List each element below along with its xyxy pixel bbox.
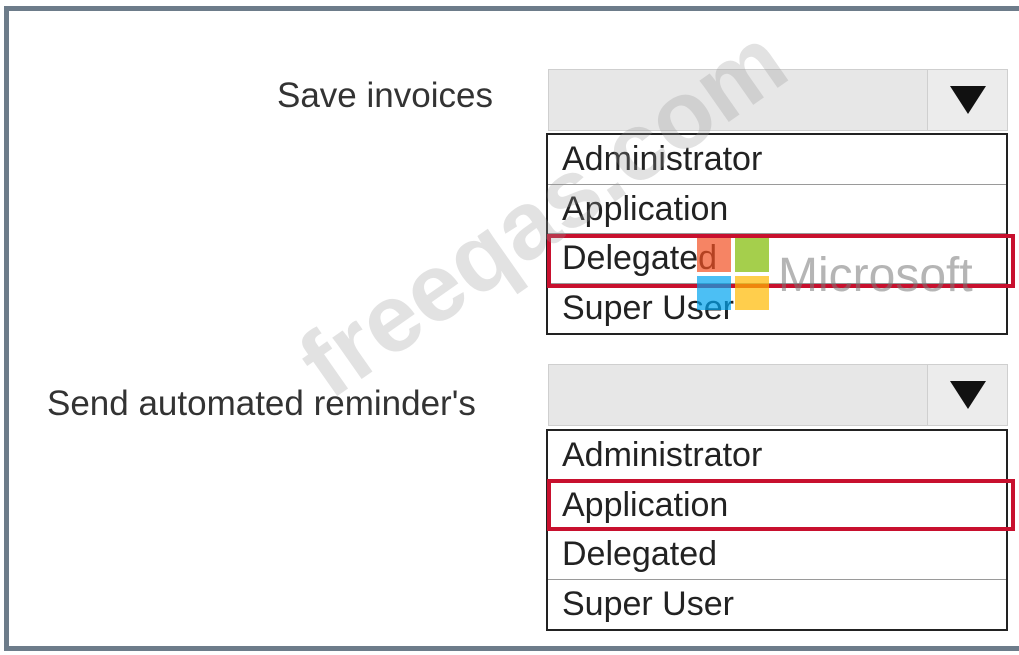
logo-square-red — [697, 238, 731, 272]
question-1-label: Save invoices — [277, 76, 493, 115]
question-2-options-list: Administrator Application Delegated Supe… — [546, 429, 1008, 631]
question-2-label: Send automated reminder's — [47, 384, 476, 423]
option-super-user[interactable]: Super User — [548, 580, 1006, 630]
microsoft-logo-icon — [697, 238, 771, 312]
logo-square-yellow — [735, 276, 769, 310]
option-application[interactable]: Application — [548, 481, 1006, 530]
option-administrator[interactable]: Administrator — [548, 431, 1006, 481]
question-2-dropdown-button[interactable] — [927, 365, 1007, 425]
logo-square-blue — [697, 276, 731, 310]
option-delegated[interactable]: Delegated — [548, 530, 1006, 580]
question-1-dropdown[interactable] — [548, 69, 1008, 131]
triangle-down-icon — [949, 86, 986, 114]
microsoft-watermark-text: Microsoft — [778, 249, 973, 302]
triangle-down-icon — [949, 381, 986, 409]
logo-square-green — [735, 238, 769, 272]
question-2-dropdown[interactable] — [548, 364, 1008, 426]
option-administrator[interactable]: Administrator — [548, 135, 1006, 185]
option-application[interactable]: Application — [548, 185, 1006, 234]
question-1-options-list: Administrator Application Delegated Supe… — [546, 133, 1008, 335]
question-1-dropdown-button[interactable] — [927, 70, 1007, 130]
